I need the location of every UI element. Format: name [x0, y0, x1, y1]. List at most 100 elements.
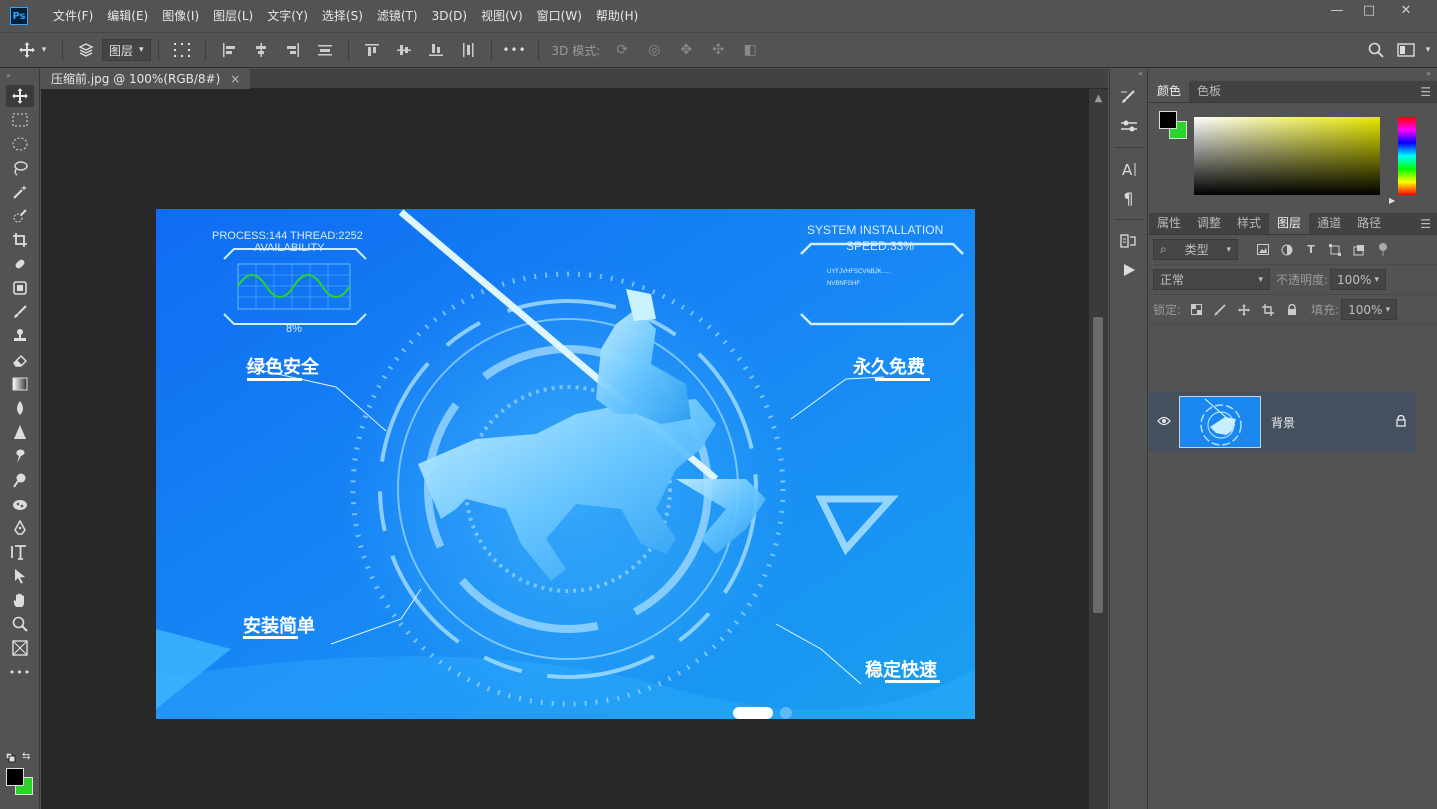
rectangular-marquee-icon[interactable] [6, 109, 34, 131]
filter-shape-icon[interactable] [1326, 241, 1344, 259]
tab-layers[interactable]: 图层 [1269, 212, 1310, 234]
tab-properties[interactable]: 属性 [1149, 212, 1189, 234]
brush-presets-icon[interactable] [1114, 113, 1144, 139]
scrollbar-thumb[interactable] [1093, 317, 1103, 613]
menu-image[interactable]: 图像(I) [155, 0, 206, 32]
path-selection-icon[interactable] [6, 565, 34, 587]
lock-image-pixels-icon[interactable] [1211, 301, 1229, 319]
close-button[interactable]: ✕ [1389, 0, 1423, 22]
filter-type-icon[interactable]: T [1302, 241, 1320, 259]
default-colors-icon[interactable] [5, 752, 16, 763]
canvas-image[interactable]: PROCESS:144 THREAD:2252 AVAILABILITY 8% … [156, 209, 975, 719]
align-bottom-icon[interactable] [425, 39, 447, 61]
distribute-horizontal-icon[interactable] [457, 39, 479, 61]
tab-adjustments[interactable]: 调整 [1189, 212, 1229, 234]
menu-edit[interactable]: 编辑(E) [100, 0, 155, 32]
menu-select[interactable]: 选择(S) [315, 0, 370, 32]
quick-selection-icon[interactable] [6, 205, 34, 227]
visibility-eye-icon[interactable] [1149, 415, 1179, 430]
canvas[interactable]: PROCESS:144 THREAD:2252 AVAILABILITY 8% … [41, 89, 1089, 809]
blur-tool-icon[interactable] [6, 397, 34, 419]
close-tab-icon[interactable]: × [230, 69, 240, 89]
layer-filter-dropdown[interactable]: ⌕ 类型 ▾ [1153, 239, 1238, 260]
align-horizontal-center-icon[interactable] [250, 39, 272, 61]
lock-all-icon[interactable] [1283, 301, 1301, 319]
elliptical-marquee-icon[interactable] [6, 133, 34, 155]
character-panel-icon[interactable]: A [1114, 156, 1144, 182]
filter-pixel-icon[interactable] [1254, 241, 1272, 259]
edit-toolbar-icon[interactable]: ••• [6, 661, 34, 683]
brush-tool-icon[interactable] [6, 301, 34, 323]
align-right-icon[interactable] [282, 39, 304, 61]
collapse-panels-icon[interactable]: « [1110, 69, 1147, 81]
fill-field[interactable]: 100% ▾ [1341, 299, 1398, 320]
hue-marker-icon[interactable]: ▶ [1389, 196, 1395, 205]
3d-roll-icon[interactable]: ◎ [643, 39, 665, 61]
opacity-field[interactable]: 100% ▾ [1330, 269, 1387, 290]
auto-select-icon[interactable] [75, 39, 97, 61]
magic-wand-icon[interactable] [6, 181, 34, 203]
move-tool-icon[interactable] [6, 85, 34, 107]
swap-colors-icon[interactable]: ⇆ [22, 752, 34, 762]
sharpen-tool-icon[interactable] [6, 421, 34, 443]
chevron-down-icon[interactable]: ▾ [1423, 39, 1433, 61]
lock-position-icon[interactable] [1235, 301, 1253, 319]
lasso-tool-icon[interactable] [6, 157, 34, 179]
menu-filter[interactable]: 滤镜(T) [370, 0, 425, 32]
document-tab[interactable]: 压缩前.jpg @ 100%(RGB/8#) × [41, 69, 251, 89]
lock-transparent-pixels-icon[interactable] [1187, 301, 1205, 319]
menu-type[interactable]: 文字(Y) [260, 0, 315, 32]
eraser-tool-icon[interactable] [6, 349, 34, 371]
clone-stamp-icon[interactable] [6, 277, 34, 299]
panel-foreground-swatch[interactable] [1159, 111, 1177, 129]
gradient-tool-icon[interactable] [6, 373, 34, 395]
lock-artboard-icon[interactable] [1259, 301, 1277, 319]
history-panel-icon[interactable] [1114, 228, 1144, 254]
move-tool-preset-icon[interactable] [16, 39, 38, 61]
smudge-tool-icon[interactable] [6, 445, 34, 467]
align-left-icon[interactable] [218, 39, 240, 61]
tab-styles[interactable]: 样式 [1229, 212, 1269, 234]
layer-lock-icon[interactable] [1396, 414, 1406, 430]
tab-paths[interactable]: 路径 [1349, 212, 1389, 234]
menu-window[interactable]: 窗口(W) [530, 0, 589, 32]
filter-toggle-icon[interactable] [1374, 241, 1392, 259]
actions-play-icon[interactable] [1114, 257, 1144, 283]
3d-orbit-icon[interactable]: ⟳ [611, 39, 633, 61]
paragraph-panel-icon[interactable]: ¶ [1114, 185, 1144, 211]
pen-tool-icon[interactable] [6, 517, 34, 539]
menu-3d[interactable]: 3D(D) [425, 0, 474, 32]
layer-name[interactable]: 背景 [1271, 414, 1396, 431]
workspace-icon[interactable] [1395, 39, 1417, 61]
minimize-button[interactable]: — [1320, 0, 1354, 22]
transform-controls-icon[interactable] [171, 39, 193, 61]
hand-tool-icon[interactable] [6, 589, 34, 611]
tab-channels[interactable]: 通道 [1309, 212, 1349, 234]
blend-mode-dropdown[interactable]: 正常 ▾ [1153, 269, 1270, 290]
restore-button[interactable]: □ [1352, 0, 1386, 22]
filter-smart-object-icon[interactable] [1350, 241, 1368, 259]
panel-menu-icon[interactable]: ☰ [1420, 217, 1431, 231]
panel-menu-icon[interactable]: ☰ [1420, 85, 1431, 99]
more-options-icon[interactable]: ••• [502, 39, 525, 61]
search-icon[interactable] [1365, 39, 1387, 61]
hue-slider[interactable] [1398, 117, 1416, 195]
frame-tool-icon[interactable] [6, 637, 34, 659]
layer-row-background[interactable]: 背景 [1149, 392, 1416, 452]
stamp-tool-icon[interactable] [6, 325, 34, 347]
vertical-scrollbar[interactable]: ▲ [1089, 89, 1108, 809]
menu-view[interactable]: 视图(V) [474, 0, 530, 32]
3d-camera-icon[interactable]: ◧ [739, 39, 761, 61]
dodge-tool-icon[interactable] [6, 469, 34, 491]
foreground-color-swatch[interactable] [6, 768, 24, 786]
chevron-down-icon[interactable]: ▾ [39, 39, 49, 61]
spot-healing-icon[interactable] [6, 253, 34, 275]
3d-pan-icon[interactable]: ✥ [675, 39, 697, 61]
color-spectrum[interactable] [1194, 117, 1380, 195]
auto-select-target-dropdown[interactable]: 图层 ▾ [102, 39, 151, 61]
tab-swatches[interactable]: 色板 [1189, 80, 1229, 102]
3d-slide-icon[interactable]: ✣ [707, 39, 729, 61]
scroll-up-arrow-icon[interactable]: ▲ [1089, 93, 1108, 104]
brush-settings-icon[interactable] [1114, 84, 1144, 110]
collapse-toolbar-icon[interactable]: » [0, 69, 39, 83]
